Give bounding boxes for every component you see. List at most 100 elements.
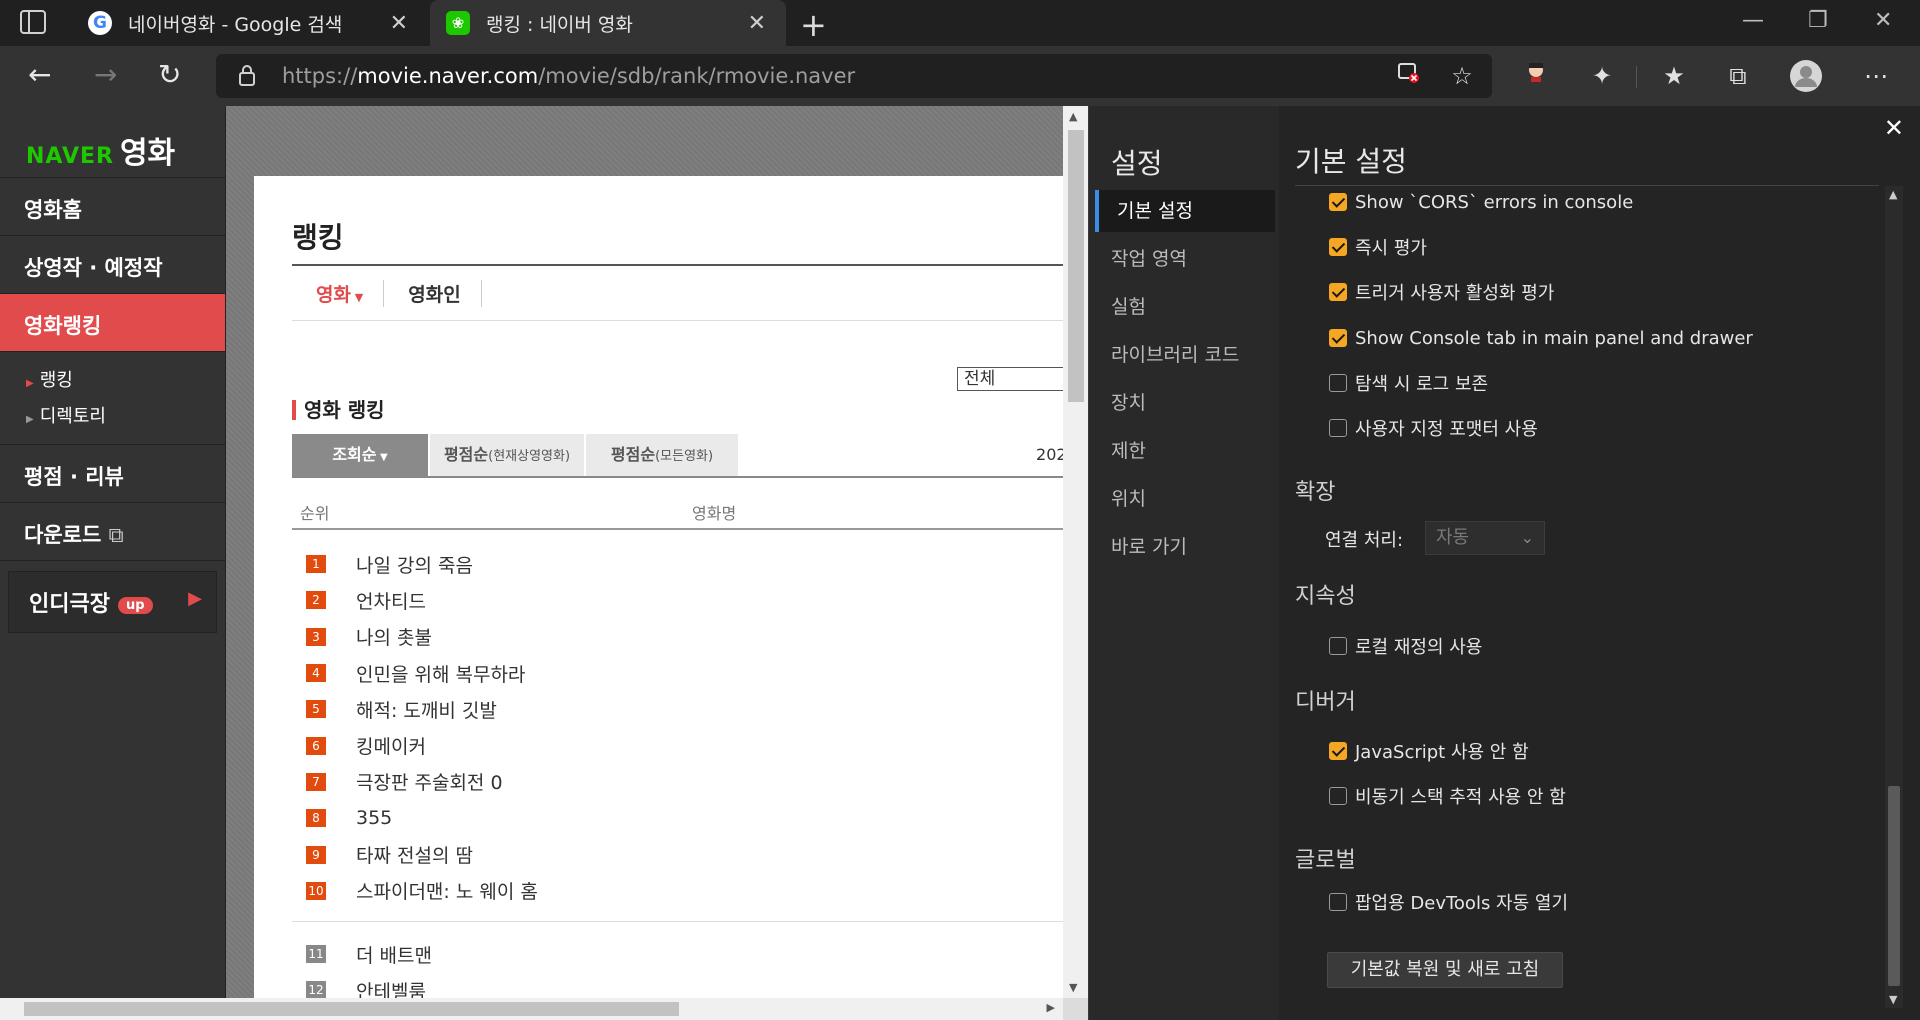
checkbox[interactable] (1329, 742, 1347, 760)
scroll-down-icon[interactable]: ▼ (1069, 981, 1077, 994)
forward-icon[interactable]: → (94, 58, 117, 91)
list-item: 6 킹메이커 (292, 727, 1063, 763)
movie-title-link[interactable]: 인민을 위해 복무하라 (356, 660, 525, 687)
checkbox-disable-javascript[interactable]: JavaScript 사용 안 함 (1329, 737, 1529, 765)
naver-movie-logo[interactable]: NAVER 영화 (0, 106, 225, 178)
arrow-right-icon: ▶ (188, 588, 202, 609)
profile-extension-icon[interactable] (1520, 60, 1552, 92)
settings-nav-preferences[interactable]: 기본 설정 (1095, 190, 1275, 232)
restore-defaults-button[interactable]: 기본값 복원 및 새로 고침 (1327, 952, 1563, 988)
divider (292, 920, 1063, 922)
movie-title-link[interactable]: 극장판 주술회전 0 (356, 768, 503, 795)
movie-title-link[interactable]: 킹메이커 (356, 732, 426, 759)
indie-theater-banner[interactable]: 인디극장 up ▶ (8, 571, 217, 633)
back-icon[interactable]: ← (28, 58, 51, 91)
close-icon[interactable]: ✕ (748, 11, 766, 36)
checkbox-preserve-log[interactable]: 탐색 시 로그 보존 (1329, 369, 1488, 397)
sort-by-views[interactable]: 조회순 ▼ (292, 434, 428, 476)
nav-now-showing[interactable]: 상영작 · 예정작 (0, 236, 225, 294)
settings-nav-ignore-list[interactable]: 라이브러리 코드 (1095, 334, 1275, 376)
close-icon[interactable]: ✕ (1884, 114, 1904, 142)
external-window-icon: ⧉ (108, 523, 124, 547)
tab-movie[interactable]: 영화 ▼ (316, 280, 385, 307)
checkbox-eager-evaluation[interactable]: 즉시 평가 (1329, 233, 1427, 261)
submenu-directory[interactable]: ▶ 디렉토리 (26, 402, 225, 438)
web-page: NAVER 영화 영화홈 상영작 · 예정작 영화랭킹 ▶ 랭킹 ▶ 디렉토리 평점 … (0, 106, 1088, 1020)
triangle-icon: ▶ (26, 378, 34, 389)
address-bar[interactable]: https://movie.naver.com/movie/sdb/rank/r… (216, 54, 1492, 98)
extensions-icon[interactable]: ✦ (1586, 60, 1618, 92)
close-icon[interactable]: ✕ (390, 11, 408, 36)
checkbox[interactable] (1329, 419, 1347, 437)
page-vertical-scrollbar[interactable]: ▲ ▼ (1063, 106, 1088, 998)
collections-icon[interactable]: ⧉ (1722, 60, 1754, 92)
tab-movie-people[interactable]: 영화인 (408, 280, 482, 307)
checkbox-console-tab-drawer[interactable]: Show Console tab in main panel and drawe… (1329, 324, 1753, 352)
movie-title-link[interactable]: 355 (356, 807, 392, 829)
movie-title-link[interactable]: 나의 촛불 (356, 623, 432, 650)
checkbox-local-overrides[interactable]: 로컬 재정의 사용 (1329, 632, 1482, 660)
page-horizontal-scrollbar[interactable]: ▶ (0, 998, 1063, 1020)
sort-by-rating-all[interactable]: 평점순(모든영화) (586, 434, 738, 476)
ranking-submenu: ▶ 랭킹 ▶ 디렉토리 (0, 352, 225, 445)
minimize-icon[interactable]: — (1742, 8, 1764, 33)
new-tab-icon[interactable]: + (800, 6, 827, 44)
nav-rating-review[interactable]: 평점 · 리뷰 (0, 445, 225, 503)
checkbox[interactable] (1329, 893, 1347, 911)
settings-scrollbar[interactable]: ▲ ▼ (1885, 186, 1903, 1008)
rank-badge: 12 (306, 981, 326, 1000)
scroll-up-icon[interactable]: ▲ (1069, 110, 1077, 123)
restore-window-icon[interactable]: ❐ (1808, 8, 1828, 33)
settings-nav-workspace[interactable]: 작업 영역 (1095, 238, 1275, 280)
filter-select[interactable]: 전체 (957, 367, 1063, 391)
movie-title-link[interactable]: 해적: 도깨비 깃발 (356, 696, 497, 723)
tab-google-search[interactable]: G 네이버영화 - Google 검색 ✕ (72, 0, 428, 46)
checkbox[interactable] (1329, 238, 1347, 256)
scrollbar-thumb[interactable] (1068, 130, 1084, 402)
scroll-up-icon[interactable]: ▲ (1889, 188, 1897, 201)
settings-nav-throttling[interactable]: 제한 (1095, 430, 1275, 472)
add-favorite-icon[interactable]: ☆ (1446, 60, 1478, 92)
movie-title-link[interactable]: 나일 강의 죽음 (356, 551, 473, 578)
settings-nav-locations[interactable]: 위치 (1095, 478, 1275, 520)
scrollbar-thumb[interactable] (24, 1002, 679, 1016)
movie-title-link[interactable]: 언차티드 (356, 587, 426, 614)
checkbox-cors-errors[interactable]: Show `CORS` errors in console (1329, 188, 1633, 216)
chevron-down-icon: ⌄ (1520, 528, 1534, 547)
movie-title-link[interactable]: 더 배트맨 (356, 941, 432, 968)
checkbox-disable-async-stack[interactable]: 비동기 스택 추적 사용 안 함 (1329, 782, 1566, 810)
left-navigation: NAVER 영화 영화홈 상영작 · 예정작 영화랭킹 ▶ 랭킹 ▶ 디렉토리 평점 … (0, 106, 226, 1020)
tracking-blocked-icon[interactable] (1392, 60, 1424, 92)
checkbox[interactable] (1329, 637, 1347, 655)
nav-movie-ranking[interactable]: 영화랭킹 (0, 294, 225, 352)
checkbox-custom-formatters[interactable]: 사용자 지정 포맷터 사용 (1329, 414, 1538, 442)
movie-title-link[interactable]: 타짜 전설의 땀 (356, 841, 473, 868)
tab-naver-ranking[interactable]: ❀ 랭킹 : 네이버 영화 ✕ (430, 0, 786, 46)
tab-actions-icon[interactable] (20, 10, 46, 34)
close-window-icon[interactable]: ✕ (1874, 8, 1892, 33)
settings-nav-experiments[interactable]: 실험 (1095, 286, 1275, 328)
checkbox-user-activation-eval[interactable]: 트리거 사용자 활성화 평가 (1329, 278, 1554, 306)
checkbox[interactable] (1329, 329, 1347, 347)
refresh-icon[interactable]: ↻ (158, 58, 181, 91)
sort-by-rating-current[interactable]: 평점순(현재상영영화) (430, 434, 584, 476)
nav-movie-home[interactable]: 영화홈 (0, 178, 225, 236)
nav-download[interactable]: 다운로드 ⧉ (0, 503, 225, 561)
checkbox[interactable] (1329, 787, 1347, 805)
checkbox[interactable] (1329, 283, 1347, 301)
checkbox[interactable] (1329, 193, 1347, 211)
avatar[interactable] (1790, 60, 1822, 92)
scrollbar-thumb[interactable] (1888, 786, 1900, 986)
checkbox-auto-open-devtools-popups[interactable]: 팝업용 DevTools 자동 열기 (1329, 888, 1568, 916)
more-menu-icon[interactable]: ⋯ (1860, 60, 1892, 92)
scroll-down-icon[interactable]: ▼ (1889, 993, 1897, 1006)
settings-nav-devices[interactable]: 장치 (1095, 382, 1275, 424)
checkbox[interactable] (1329, 374, 1347, 392)
settings-nav-shortcuts[interactable]: 바로 가기 (1095, 526, 1275, 568)
scroll-right-icon[interactable]: ▶ (1047, 1001, 1055, 1014)
movie-title-link[interactable]: 스파이더맨: 노 웨이 홈 (356, 877, 538, 904)
submenu-ranking[interactable]: ▶ 랭킹 (26, 366, 225, 402)
lock-icon[interactable] (238, 64, 256, 86)
link-handling-select[interactable]: 자동 ⌄ (1425, 521, 1545, 555)
favorites-icon[interactable]: ★ (1658, 60, 1690, 92)
